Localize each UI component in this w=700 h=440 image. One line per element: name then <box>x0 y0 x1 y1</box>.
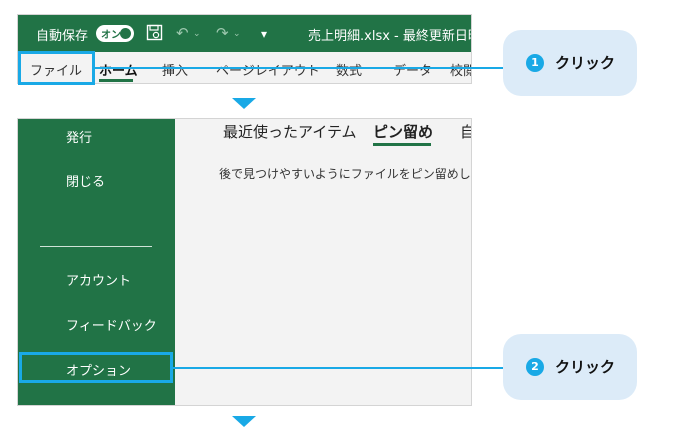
tab-data[interactable]: データ <box>393 60 432 79</box>
backstage-sidebar: 発行 閉じる アカウント フィードバック オプション <box>18 119 175 405</box>
tab-formulas[interactable]: 数式 <box>336 60 362 79</box>
undo-dropdown-icon[interactable]: ⌄ <box>193 29 201 39</box>
tab-page-layout[interactable]: ページレイアウト <box>216 60 320 79</box>
callout-1-leader <box>95 67 503 69</box>
autosave-label: 自動保存 <box>36 29 89 44</box>
callout-1-text: クリック <box>555 54 616 72</box>
tab-insert[interactable]: 挿入 <box>162 60 188 79</box>
redo-dropdown-icon[interactable]: ⌄ <box>233 29 241 39</box>
sidebar-item-account[interactable]: アカウント <box>66 270 131 289</box>
callout-2-leader <box>171 367 503 369</box>
autosave-toggle[interactable]: オン <box>96 25 134 42</box>
pinned-description: 後で見つけやすいようにファイルをピン留めします。 <box>219 167 471 181</box>
content-tab-recent[interactable]: 最近使ったアイテム <box>223 121 357 142</box>
active-content-tab-underline <box>373 143 431 146</box>
customize-toolbar-icon[interactable]: ▾ <box>261 27 267 41</box>
tab-review[interactable]: 校閲 <box>450 60 471 79</box>
options-highlight <box>19 352 173 383</box>
autosave-state: オン <box>101 30 121 41</box>
content-tab-pinned[interactable]: ピン留め <box>373 121 433 142</box>
tab-home[interactable]: ホーム <box>99 60 138 79</box>
callout-2-number: 2 <box>526 358 544 376</box>
backstage-content: 最近使ったアイテム ピン留め 自 後で見つけやすいようにファイルをピン留めします… <box>175 119 471 405</box>
save-icon[interactable] <box>146 24 163 45</box>
active-tab-underline <box>99 79 133 82</box>
step-arrow-2 <box>232 416 256 427</box>
content-tab-shared[interactable]: 自 <box>460 121 471 142</box>
callout-1-number: 1 <box>526 54 544 72</box>
sidebar-divider <box>40 246 152 247</box>
callout-1: 1 クリック <box>503 30 637 96</box>
callout-2: 2 クリック <box>503 334 637 400</box>
redo-icon[interactable]: ↷ <box>216 24 229 42</box>
sidebar-item-close[interactable]: 閉じる <box>66 171 105 190</box>
toggle-knob <box>120 28 131 39</box>
file-tab-highlight <box>18 51 95 85</box>
backstage-panel: 発行 閉じる アカウント フィードバック オプション 最近使ったアイテム ピン留… <box>17 118 472 406</box>
title-bar: 自動保存 オン ↶ ⌄ ↷ ⌄ ▾ 売上明細.xlsx - 最終更新日時 <box>18 15 471 52</box>
callout-2-text: クリック <box>555 358 616 376</box>
sidebar-item-publish[interactable]: 発行 <box>66 127 92 146</box>
document-title: 売上明細.xlsx - 最終更新日時 <box>308 29 472 44</box>
step-arrow-1 <box>232 98 256 109</box>
undo-icon[interactable]: ↶ <box>176 24 189 42</box>
sidebar-item-feedback[interactable]: フィードバック <box>66 315 157 334</box>
